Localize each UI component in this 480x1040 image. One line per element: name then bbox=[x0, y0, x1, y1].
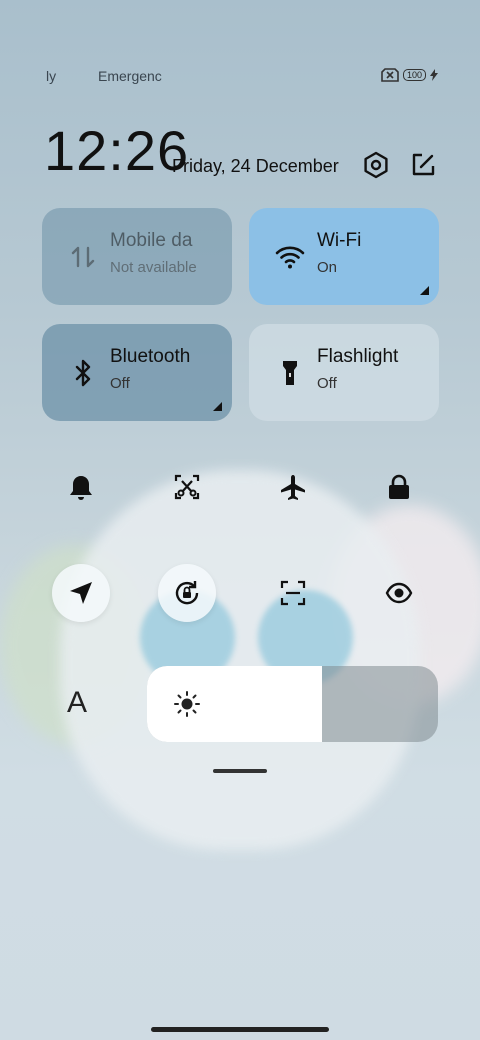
background-blob bbox=[60, 470, 420, 850]
expand-arrow-icon[interactable] bbox=[420, 286, 429, 295]
battery-icon: 100 bbox=[402, 69, 426, 81]
tile-bluetooth[interactable]: Bluetooth Off bbox=[42, 324, 232, 421]
home-indicator[interactable] bbox=[151, 1027, 329, 1032]
carrier-text: Emergenc bbox=[98, 68, 162, 84]
screenshot-icon[interactable] bbox=[173, 473, 201, 501]
tile-flashlight-title: Flashlight bbox=[317, 346, 399, 367]
date-text: Friday, 24 December bbox=[172, 156, 339, 176]
font-size-button[interactable]: A bbox=[67, 686, 87, 720]
tile-bluetooth-status: Off bbox=[110, 375, 130, 392]
tile-bluetooth-title: Bluetooth bbox=[110, 346, 191, 367]
rotation-lock-icon bbox=[175, 581, 199, 605]
tile-wifi[interactable]: Wi-Fi On bbox=[249, 208, 439, 305]
panel-drag-handle[interactable] bbox=[213, 769, 267, 773]
tile-mobile-data-status: Not available bbox=[110, 259, 197, 276]
location-icon bbox=[70, 582, 92, 604]
flashlight-icon bbox=[283, 361, 297, 385]
scan-icon[interactable] bbox=[279, 579, 307, 607]
tile-flashlight[interactable]: Flashlight Off bbox=[249, 324, 439, 421]
mobile-data-icon bbox=[71, 246, 95, 268]
eye-icon[interactable] bbox=[385, 579, 413, 607]
settings-icon[interactable] bbox=[362, 151, 390, 179]
tile-flashlight-status: Off bbox=[317, 375, 337, 392]
status-icons: 100 bbox=[381, 68, 438, 82]
tile-wifi-title: Wi-Fi bbox=[317, 230, 362, 251]
lock-icon[interactable] bbox=[385, 473, 413, 501]
bluetooth-icon bbox=[75, 359, 91, 387]
status-left-text: ly bbox=[46, 68, 57, 84]
tile-wifi-status: On bbox=[317, 259, 338, 276]
wifi-icon bbox=[275, 246, 305, 269]
edit-icon[interactable] bbox=[409, 151, 437, 179]
brightness-icon bbox=[174, 691, 200, 717]
tile-mobile-data-title: Mobile da bbox=[110, 230, 193, 251]
bell-icon[interactable] bbox=[67, 473, 95, 501]
airplane-icon[interactable] bbox=[279, 473, 307, 501]
no-sim-icon bbox=[381, 68, 399, 82]
tile-mobile-data[interactable]: Mobile da Not available bbox=[42, 208, 232, 305]
expand-arrow-icon[interactable] bbox=[213, 402, 222, 411]
brightness-slider[interactable] bbox=[147, 666, 438, 742]
charging-icon bbox=[430, 69, 438, 81]
clock-time: 12:26 bbox=[44, 119, 190, 182]
